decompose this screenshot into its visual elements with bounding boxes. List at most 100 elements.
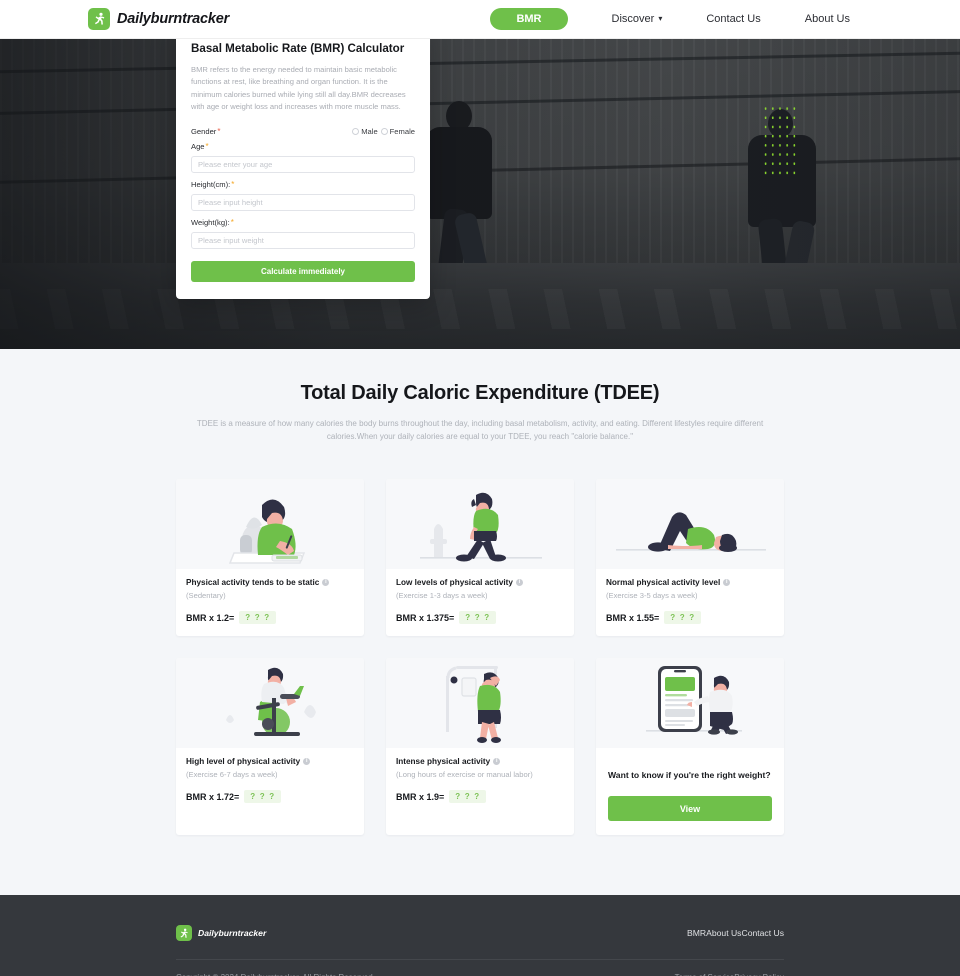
footer-brand[interactable]: Dailyburntracker xyxy=(176,925,267,942)
age-input[interactable] xyxy=(191,156,415,174)
nav-item-about-us[interactable]: About Us xyxy=(783,13,872,25)
footer-link-contact-us[interactable]: Contact Us xyxy=(741,928,784,938)
calculator-description: BMR refers to the energy needed to maint… xyxy=(191,65,406,111)
tdee-subtitle: TDEE is a measure of how many calories t… xyxy=(196,419,764,442)
height-input[interactable] xyxy=(191,194,415,212)
gender-required-mark: * xyxy=(217,127,221,137)
site-footer: Dailyburntracker BMRAbout UsContact Us C… xyxy=(0,895,960,976)
calculator-title: Basal Metabolic Rate (BMR) Calculator xyxy=(191,42,405,55)
age-label-wrap: Age* xyxy=(191,142,415,151)
activity-card-grid: Physical activity tends to be static i (… xyxy=(176,479,784,836)
exercise-bike-icon xyxy=(176,658,364,749)
walking-person-icon xyxy=(386,479,574,570)
radio-circle-icon xyxy=(352,128,360,136)
tdee-section: Total Daily Caloric Expenditure (TDEE) T… xyxy=(0,349,960,896)
height-field: Height(cm):* xyxy=(191,180,415,212)
radio-circle-icon xyxy=(380,128,388,136)
activity-card-note: (Exercise 3-5 days a week) xyxy=(606,591,698,601)
activity-card-title: Low levels of physical activity xyxy=(396,578,513,588)
activity-card-formula: BMR x 1.2= xyxy=(186,612,235,623)
desk-working-icon xyxy=(176,479,364,570)
activity-card-note: (Long hours of exercise or manual labor) xyxy=(396,770,533,780)
activity-card: Normal physical activity level i (Exerci… xyxy=(596,479,784,637)
activity-card-result: ? ? ? xyxy=(664,611,702,625)
weight-input[interactable] xyxy=(191,232,415,250)
activity-card-formula: BMR x 1.55= xyxy=(606,612,660,623)
promo-title: Want to know if you're the right weight? xyxy=(608,770,771,781)
activity-card-formula-row: BMR x 1.55= ? ? ? xyxy=(606,611,774,625)
weight-required-mark: * xyxy=(230,218,234,228)
activity-card-note: (Exercise 6-7 days a week) xyxy=(186,770,278,780)
calculate-button[interactable]: Calculate immediately xyxy=(191,261,415,283)
footer-brand-name: Dailyburntracker xyxy=(198,928,267,939)
age-field: Age* xyxy=(191,142,415,174)
activity-card-result: ? ? ? xyxy=(459,611,497,625)
activity-card-formula-row: BMR x 1.375= ? ? ? xyxy=(396,611,564,625)
gender-label: Gender xyxy=(191,127,217,137)
activity-card-title-row: Low levels of physical activity i xyxy=(396,578,564,587)
footer-link-about-us[interactable]: About Us xyxy=(706,928,741,938)
hero-banner xyxy=(0,39,960,349)
activity-card-formula-row: BMR x 1.72= ? ? ? xyxy=(186,790,354,804)
activity-card-title: High level of physical activity xyxy=(186,757,301,767)
activity-card-formula: BMR x 1.375= xyxy=(396,612,455,623)
nav-item-discover[interactable]: Discover xyxy=(590,13,685,25)
phone-app-icon xyxy=(596,658,784,749)
gender-field-row: Gender * Male Female xyxy=(191,127,415,136)
dot-grid-decoration xyxy=(762,104,798,176)
footer-nav-links: BMRAbout UsContact Us xyxy=(687,928,784,938)
activity-card-title-row: High level of physical activity i xyxy=(186,757,354,766)
activity-card: Intense physical activity i (Long hours … xyxy=(386,658,574,836)
info-icon[interactable]: i xyxy=(322,579,330,587)
height-required-mark: * xyxy=(231,180,235,190)
activity-card-note: (Sedentary) xyxy=(186,591,226,601)
nav-cta-bmr[interactable]: BMR xyxy=(490,8,568,30)
weight-label: Weight(kg): xyxy=(191,218,230,228)
brand-logo[interactable]: Dailyburntracker xyxy=(88,8,229,30)
height-label: Height(cm): xyxy=(191,180,231,190)
activity-card: High level of physical activity i (Exerc… xyxy=(176,658,364,836)
activity-card-note: (Exercise 1-3 days a week) xyxy=(396,591,488,601)
weight-label-wrap: Weight(kg):* xyxy=(191,218,415,227)
page-root: Dailyburntracker BMR Discover Contact Us… xyxy=(0,0,960,976)
activity-card-formula: BMR x 1.72= xyxy=(186,791,240,802)
info-icon[interactable]: i xyxy=(493,758,501,766)
pullup-bar-icon xyxy=(386,658,574,749)
activity-card-title-row: Physical activity tends to be static i xyxy=(186,578,354,587)
age-label: Age xyxy=(191,142,205,152)
age-required-mark: * xyxy=(205,142,209,152)
activity-card-result: ? ? ? xyxy=(449,790,487,804)
top-navbar: Dailyburntracker BMR Discover Contact Us… xyxy=(0,0,960,39)
info-icon[interactable]: i xyxy=(303,758,311,766)
activity-card-result: ? ? ? xyxy=(244,790,282,804)
gender-radio-group: Male Female xyxy=(352,127,415,136)
hero-overlay xyxy=(0,39,960,349)
bmr-calculator-card: Basal Metabolic Rate (BMR) Calculator BM… xyxy=(176,24,430,300)
nav-links: BMR Discover Contact Us About Us xyxy=(490,8,872,30)
activity-card-title-row: Intense physical activity i xyxy=(396,757,564,766)
gender-option-male-label: Male xyxy=(361,127,378,137)
activity-card-formula-row: BMR x 1.2= ? ? ? xyxy=(186,611,354,625)
promo-card: Want to know if you're the right weight?… xyxy=(596,658,784,836)
gender-radio-male[interactable]: Male xyxy=(352,127,378,137)
activity-card-result: ? ? ? xyxy=(239,611,277,625)
activity-card-formula: BMR x 1.9= xyxy=(396,791,445,802)
activity-card-title: Physical activity tends to be static xyxy=(186,578,320,588)
weight-field: Weight(kg):* xyxy=(191,218,415,250)
runner-icon xyxy=(176,925,192,942)
brand-name: Dailyburntracker xyxy=(117,11,230,27)
gender-radio-female[interactable]: Female xyxy=(380,127,415,137)
activity-card: Low levels of physical activity i (Exerc… xyxy=(386,479,574,637)
gender-option-female-label: Female xyxy=(389,127,415,137)
height-label-wrap: Height(cm):* xyxy=(191,180,415,189)
promo-view-button[interactable]: View xyxy=(608,796,772,822)
activity-card-formula-row: BMR x 1.9= ? ? ? xyxy=(396,790,564,804)
activity-card: Physical activity tends to be static i (… xyxy=(176,479,364,637)
nav-item-contact-us[interactable]: Contact Us xyxy=(684,13,782,25)
runner-icon xyxy=(88,8,110,30)
info-icon[interactable]: i xyxy=(723,579,731,587)
info-icon[interactable]: i xyxy=(515,579,523,587)
activity-card-title: Intense physical activity xyxy=(396,757,491,767)
bridge-exercise-icon xyxy=(596,479,784,570)
footer-link-bmr[interactable]: BMR xyxy=(687,928,706,938)
